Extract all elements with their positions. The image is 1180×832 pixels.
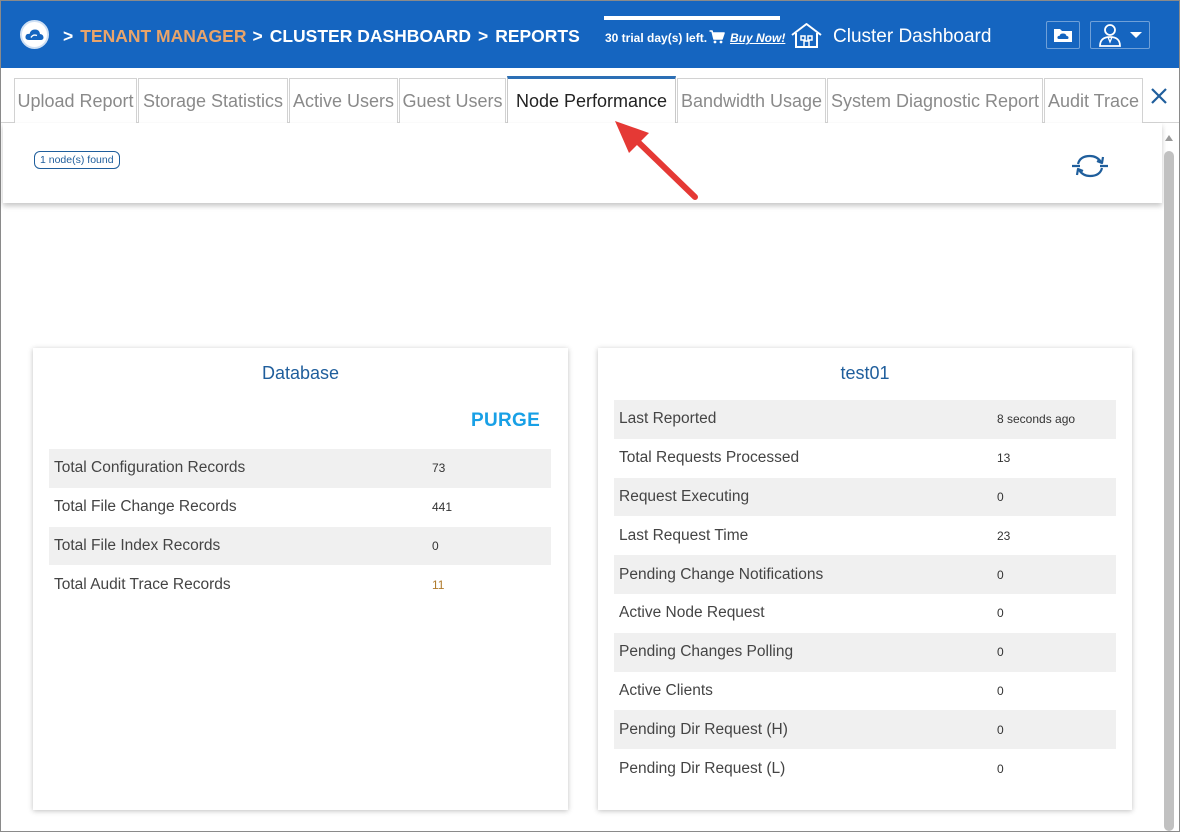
tab-audit-trace[interactable]: Audit Trace — [1044, 78, 1143, 123]
breadcrumb-reports: REPORTS — [495, 25, 580, 46]
row-value: 0 — [997, 606, 1004, 621]
tab-system-diagnostic-report[interactable]: System Diagnostic Report — [827, 78, 1043, 123]
table-row: Last Reported 8 seconds ago — [614, 400, 1116, 439]
breadcrumb-tenant-manager[interactable]: TENANT MANAGER — [80, 26, 246, 47]
tab-label: System Diagnostic Report — [830, 90, 1040, 111]
row-label: Total File Change Records — [54, 498, 237, 516]
breadcrumb-separator: > — [63, 25, 74, 46]
database-stats-table: Total Configuration Records 73 Total Fil… — [49, 449, 551, 604]
row-label: Total Requests Processed — [619, 449, 800, 467]
table-row: Pending Change Notifications 0 — [614, 555, 1116, 594]
row-value: 8 seconds ago — [997, 412, 1076, 427]
app-header: > TENANT MANAGER > CLUSTER DASHBOARD > R… — [1, 1, 1179, 68]
table-row: Request Executing 0 — [614, 477, 1116, 517]
close-icon[interactable] — [1150, 87, 1168, 105]
tab-label: Guest Users — [402, 90, 503, 111]
cloud-logo-icon[interactable] — [20, 20, 49, 49]
page-title: Cluster Dashboard — [833, 26, 992, 47]
row-label: Total Audit Trace Records — [54, 575, 231, 593]
row-label: Last Request Time — [619, 526, 749, 544]
tab-label: Bandwidth Usage — [680, 90, 823, 111]
row-label: Request Executing — [619, 487, 750, 505]
purge-button[interactable]: PURGE — [471, 410, 540, 432]
breadcrumb-cluster-dashboard[interactable]: CLUSTER DASHBOARD — [270, 26, 471, 47]
buy-now-link[interactable]: Buy Now! — [730, 31, 785, 45]
trial-progress-bar — [604, 16, 780, 20]
node-stats-table: Last Reported 8 seconds ago Total Reques… — [614, 400, 1116, 788]
table-row: Total Requests Processed 13 — [614, 439, 1116, 478]
row-value: 0 — [997, 489, 1004, 504]
table-row: Total Configuration Records 73 — [49, 449, 551, 488]
row-label: Active Clients — [619, 681, 713, 699]
table-row: Pending Dir Request (L) 0 — [614, 749, 1116, 788]
row-value: 0 — [997, 761, 1004, 776]
tab-active-users[interactable]: Active Users — [289, 78, 398, 123]
trial-days-left: 30 trial day(s) left. — [605, 31, 708, 45]
cart-icon[interactable] — [709, 30, 725, 44]
row-value: 0 — [997, 645, 1004, 660]
row-label: Pending Dir Request (L) — [619, 759, 786, 777]
table-row: Total File Change Records 441 — [49, 488, 551, 527]
database-card: Database PURGE Total Configuration Recor… — [33, 348, 568, 810]
row-value: 0 — [997, 722, 1004, 737]
row-value: 23 — [997, 528, 1011, 543]
table-row: Last Request Time 23 — [614, 516, 1116, 555]
row-value: 13 — [997, 451, 1011, 466]
breadcrumb: > TENANT MANAGER > CLUSTER DASHBOARD > R… — [63, 25, 580, 47]
breadcrumb-separator: > — [477, 25, 489, 46]
database-card-title: Database — [261, 363, 340, 383]
row-value: 0 — [432, 538, 439, 553]
tab-label: Upload Report — [17, 90, 134, 111]
node-summary-panel: 1 node(s) found — [3, 123, 1162, 203]
tab-label: Node Performance — [515, 91, 668, 111]
tab-label: Storage Statistics — [142, 90, 284, 111]
refresh-icon[interactable] — [1072, 152, 1108, 180]
row-label: Pending Dir Request (H) — [619, 720, 788, 738]
node-card-title: test01 — [840, 363, 890, 383]
row-value: 11 — [432, 577, 445, 592]
user-icon — [1099, 24, 1121, 47]
user-menu-button[interactable] — [1090, 21, 1150, 49]
row-value: 0 — [997, 567, 1004, 582]
row-label: Last Reported — [619, 410, 717, 428]
table-row: Pending Dir Request (H) 0 — [614, 710, 1116, 750]
tab-storage-statistics[interactable]: Storage Statistics — [138, 78, 288, 123]
annotation-arrow-icon — [615, 121, 698, 200]
scroll-up-arrow-icon[interactable] — [1164, 133, 1174, 142]
table-row: Active Node Request 0 — [614, 594, 1116, 633]
table-row: Pending Changes Polling 0 — [614, 632, 1116, 672]
table-row: Active Clients 0 — [614, 672, 1116, 711]
row-label: Pending Changes Polling — [619, 643, 794, 661]
folder-button[interactable] — [1046, 21, 1080, 49]
tab-label: Audit Trace — [1047, 90, 1140, 111]
row-value: 0 — [997, 683, 1004, 698]
breadcrumb-separator: > — [252, 25, 263, 46]
row-label: Active Node Request — [619, 604, 765, 622]
row-label: Total Configuration Records — [54, 459, 246, 477]
tab-upload-report[interactable]: Upload Report — [14, 78, 137, 123]
table-row: Total File Index Records 0 — [49, 526, 551, 566]
caret-down-icon — [1130, 32, 1142, 38]
row-label: Pending Change Notifications — [619, 565, 824, 583]
tab-guest-users[interactable]: Guest Users — [399, 78, 506, 123]
nodes-found-badge: 1 node(s) found — [34, 151, 120, 169]
node-card: test01 Last Reported 8 seconds ago Total… — [598, 348, 1132, 810]
row-value: 441 — [432, 500, 453, 515]
folder-icon — [1054, 29, 1072, 42]
row-value: 73 — [432, 461, 446, 476]
row-label: Total File Index Records — [54, 536, 221, 554]
report-tabs: Upload Report Storage Statistics Active … — [1, 68, 1179, 124]
table-row: Total Audit Trace Records 11 — [49, 565, 551, 604]
vertical-scrollbar[interactable] — [1164, 151, 1174, 831]
house-icon — [791, 23, 822, 48]
tab-label: Active Users — [292, 90, 395, 111]
